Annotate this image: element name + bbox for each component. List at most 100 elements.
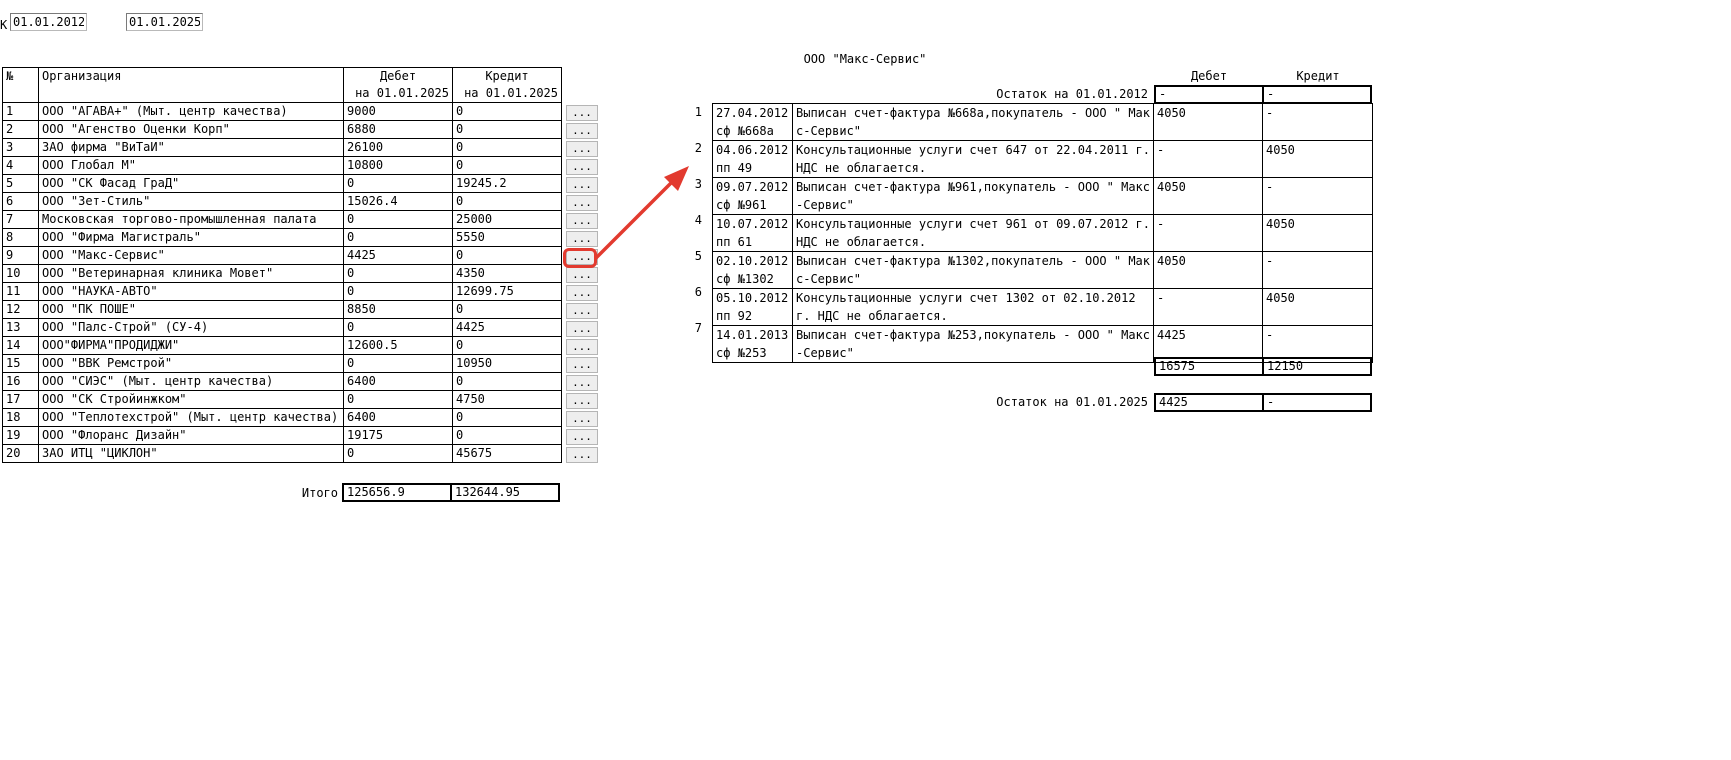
row-details-button-11[interactable]: ... (566, 285, 598, 301)
transaction-date-cell: 14.01.2013 сф №253 (712, 325, 793, 363)
row-details-button-3[interactable]: ... (566, 141, 598, 157)
org-row-credit: 19245.2 (452, 174, 562, 193)
org-row-num: 5 (2, 174, 39, 193)
org-row-name: ЗАО фирма "ВиТаИ" (38, 138, 344, 157)
opening-balance-credit: - (1262, 85, 1372, 104)
total-label: Итого (301, 486, 338, 500)
org-row: 18 ООО "Теплотехстрой" (Мыт. центр качест… (2, 408, 562, 427)
transaction-credit: 4050 (1262, 288, 1373, 326)
org-row: 2 ООО "Агенство Оценки Корп" 6880 0 (2, 120, 562, 139)
transaction-doc: сф №668а (716, 124, 774, 138)
org-row-credit: 4350 (452, 264, 562, 283)
transaction-date: 04.06.2012 (716, 143, 789, 157)
row-details-button-13[interactable]: ... (566, 321, 598, 337)
opening-balance-debit: - (1154, 85, 1264, 104)
org-row-debit: 0 (343, 354, 453, 373)
total-credit: 132644.95 (450, 483, 560, 502)
transaction-row: 04.06.2012 пп 49 Консультационные услуги с… (712, 140, 1373, 178)
org-row-credit: 0 (452, 300, 562, 319)
org-row: 12 ООО "ПК ПОШЕ" 8850 0 (2, 300, 562, 319)
transaction-row: 02.10.2012 сф №1302 Выписан счет-фактура №… (712, 251, 1373, 289)
org-row-credit: 0 (452, 120, 562, 139)
transaction-credit: - (1262, 177, 1373, 215)
date-from-input[interactable] (10, 13, 87, 31)
row-details-button-4[interactable]: ... (566, 159, 598, 175)
transaction-doc: пп 49 (716, 161, 753, 175)
org-row-debit: 6400 (343, 372, 453, 391)
row-details-button-6[interactable]: ... (566, 195, 598, 211)
org-row-debit: 0 (343, 228, 453, 247)
transaction-num: 1 (694, 105, 702, 119)
row-details-button-16[interactable]: ... (566, 375, 598, 391)
org-row-name: ООО "Флоранс Дизайн" (38, 426, 344, 445)
transaction-num: 7 (694, 321, 702, 335)
org-row-num: 12 (2, 300, 39, 319)
transaction-doc: пп 61 (716, 235, 753, 249)
org-row-credit: 0 (452, 156, 562, 175)
col-header-org: Организация (38, 67, 344, 103)
org-row-name: ООО "СК Фасад ГраД" (38, 174, 344, 193)
org-row-num: 4 (2, 156, 39, 175)
total-debit: 125656.9 (342, 483, 452, 502)
row-details-button-18[interactable]: ... (566, 411, 598, 427)
row-details-button-1[interactable]: ... (566, 105, 598, 121)
org-row: 17 ООО "СК Стройинжком" 0 4750 (2, 390, 562, 409)
org-row-debit: 0 (343, 390, 453, 409)
transaction-date-cell: 10.07.2012 пп 61 (712, 214, 793, 252)
row-details-button-10[interactable]: ... (566, 267, 598, 283)
col-header-debit: Дебет (343, 67, 453, 85)
transaction-date: 02.10.2012 (716, 254, 789, 268)
org-row-credit: 0 (452, 372, 562, 391)
row-details-button-12[interactable]: ... (566, 303, 598, 319)
transaction-row: 09.07.2012 сф №961 Выписан счет-фактура №9… (712, 177, 1373, 215)
transaction-debit: 4050 (1153, 103, 1263, 141)
org-row-name: ООО "АГАВА+" (Мыт. центр качества) (38, 102, 344, 121)
row-details-button-7[interactable]: ... (566, 213, 598, 229)
col-header-credit-date: на 01.01.2025 (452, 85, 562, 103)
row-details-button-20[interactable]: ... (566, 447, 598, 463)
transaction-doc: пп 92 (716, 309, 753, 323)
turnover-credit: 12150 (1262, 357, 1372, 376)
org-row-debit: 0 (343, 264, 453, 283)
date-to-input[interactable] (126, 13, 203, 31)
org-row-credit: 12699.75 (452, 282, 562, 301)
org-row-name: ООО "Палс-Строй" (СУ-4) (38, 318, 344, 337)
org-row-credit: 5550 (452, 228, 562, 247)
org-row: 9 ООО "Макс-Сервис" 4425 0 (2, 246, 562, 265)
org-row-name: ООО "Теплотехстрой" (Мыт. центр качества… (38, 408, 344, 427)
org-row-num: 16 (2, 372, 39, 391)
transaction-description: Выписан счет-фактура №253,покупатель - О… (792, 325, 1154, 363)
transaction-debit: - (1153, 288, 1263, 326)
transaction-date: 14.01.2013 (716, 328, 789, 342)
org-row-num: 14 (2, 336, 39, 355)
org-row-credit: 4750 (452, 390, 562, 409)
org-row-credit: 0 (452, 138, 562, 157)
row-details-button-8[interactable]: ... (566, 231, 598, 247)
org-row-debit: 6880 (343, 120, 453, 139)
org-row-num: 11 (2, 282, 39, 301)
transaction-doc: сф №253 (716, 346, 767, 360)
org-row-debit: 10800 (343, 156, 453, 175)
org-row-num: 1 (2, 102, 39, 121)
transaction-num: 2 (694, 141, 702, 155)
row-details-button-15[interactable]: ... (566, 357, 598, 373)
transaction-date: 05.10.2012 (716, 291, 789, 305)
transaction-debit: 4050 (1153, 251, 1263, 289)
highlight-box (563, 248, 597, 268)
row-details-button-19[interactable]: ... (566, 429, 598, 445)
row-details-button-17[interactable]: ... (566, 393, 598, 409)
org-row-name: ООО Глобал М" (38, 156, 344, 175)
row-details-button-14[interactable]: ... (566, 339, 598, 355)
org-row-credit: 0 (452, 246, 562, 265)
org-row-name: ООО "Фирма Магистраль" (38, 228, 344, 247)
org-row-num: 9 (2, 246, 39, 265)
org-row-credit: 4425 (452, 318, 562, 337)
org-row-num: 15 (2, 354, 39, 373)
org-row-name: ООО "Агенство Оценки Корп" (38, 120, 344, 139)
org-row: 1 ООО "АГАВА+" (Мыт. центр качества) 9000 0 (2, 102, 562, 121)
org-row-debit: 0 (343, 282, 453, 301)
row-details-button-5[interactable]: ... (566, 177, 598, 193)
row-details-button-2[interactable]: ... (566, 123, 598, 139)
org-row-debit: 4425 (343, 246, 453, 265)
org-row-debit: 26100 (343, 138, 453, 157)
